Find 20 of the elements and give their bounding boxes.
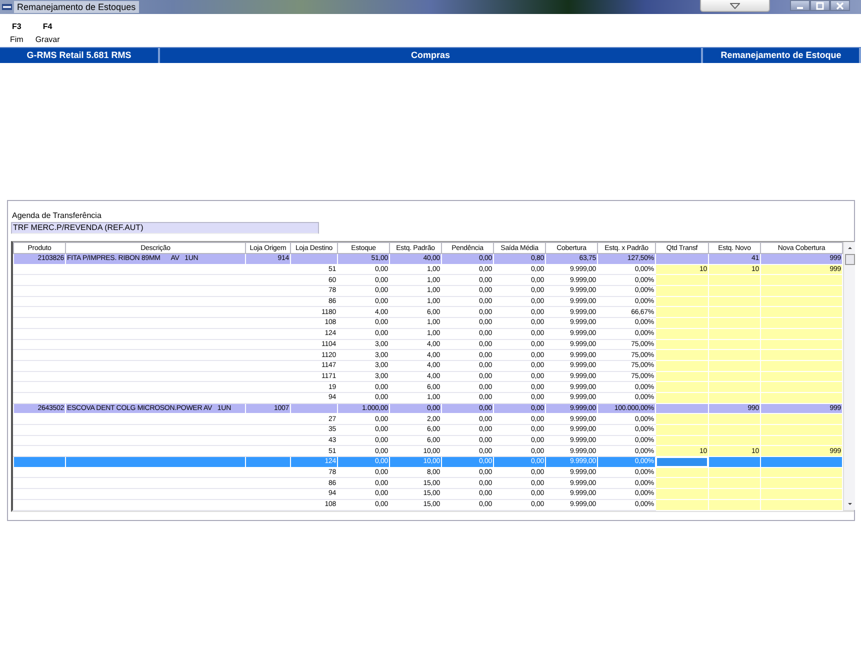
caret-icon bbox=[730, 2, 740, 8]
field-label: Agenda de Transferência bbox=[12, 210, 102, 222]
minimize-button[interactable] bbox=[790, 0, 810, 11]
scroll-down-icon[interactable] bbox=[846, 500, 854, 508]
app-icon bbox=[2, 3, 12, 11]
close-icon bbox=[836, 2, 844, 10]
window-title: Remanejamento de Estoques bbox=[14, 1, 139, 13]
header-section: Remanejamento de Estoque bbox=[703, 48, 861, 63]
dropdown-button[interactable] bbox=[700, 0, 770, 12]
restore-icon bbox=[816, 2, 824, 10]
scroll-up-icon[interactable] bbox=[846, 244, 854, 252]
toolbar-button[interactable]: F4 Gravar bbox=[29, 14, 66, 47]
header-section: G-RMS Retail 5.681 RMS bbox=[0, 48, 160, 63]
agenda-field[interactable]: TRF MERC.P/REVENDA (REF.AUT) bbox=[11, 222, 319, 234]
header-section: Compras bbox=[160, 48, 703, 63]
close-button[interactable] bbox=[830, 0, 850, 11]
maximize-button[interactable] bbox=[810, 0, 830, 11]
toolbar-button[interactable]: F3 Fim bbox=[4, 14, 30, 47]
scroll-thumb[interactable] bbox=[845, 254, 855, 265]
scrollbar[interactable] bbox=[843, 242, 855, 510]
